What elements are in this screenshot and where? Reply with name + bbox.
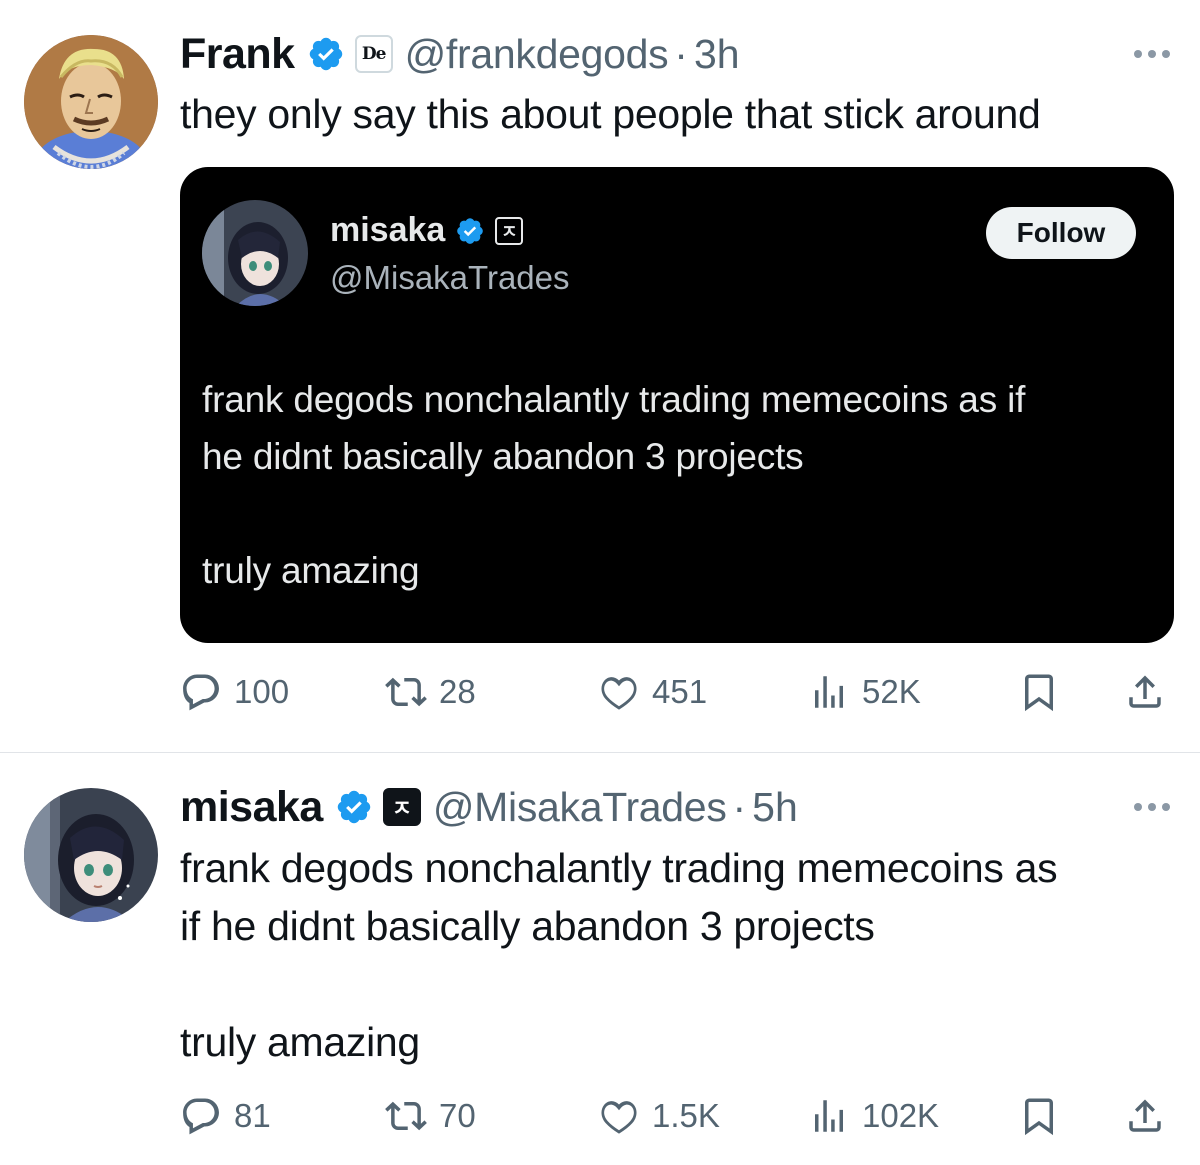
like-count: 451	[652, 673, 708, 710]
repost-icon	[385, 1101, 427, 1131]
repost-count: 70	[439, 1097, 476, 1134]
card-avatar-misaka	[202, 200, 308, 306]
reply-icon	[183, 1098, 219, 1135]
reply-button[interactable]: 100	[180, 667, 289, 717]
like-button[interactable]: 451	[598, 667, 707, 717]
avatar-frank[interactable]	[24, 35, 158, 169]
like-button[interactable]: 1.5K	[598, 1091, 720, 1141]
action-bar: 81 70 1.5K 102K	[180, 1091, 1170, 1141]
like-count: 1.5K	[652, 1097, 720, 1134]
card-tweet-text: frank degods nonchalantly trading memeco…	[202, 379, 1026, 591]
card-author-row: misaka ㅈ	[330, 211, 524, 250]
separator-dot: ·	[674, 30, 688, 77]
reply-count: 81	[234, 1097, 271, 1134]
separator-dot: ·	[732, 783, 747, 830]
affiliate-badge[interactable]: ㅈ	[382, 788, 421, 826]
verified-icon	[309, 37, 342, 71]
timestamp[interactable]: 3h	[694, 31, 740, 78]
author-handle[interactable]: @MisakaTrades	[433, 784, 727, 831]
verified-icon	[457, 217, 484, 244]
repost-button[interactable]: 28	[385, 667, 476, 717]
timestamp[interactable]: 5h	[752, 784, 798, 831]
follow-button: Follow	[986, 207, 1136, 259]
tweet-text: frank degods nonchalantly trading memeco…	[180, 845, 1058, 1065]
repost-icon	[385, 677, 427, 707]
views-count: 102K	[862, 1097, 940, 1134]
views-count: 52K	[862, 673, 921, 710]
bookmark-button[interactable]	[1018, 667, 1060, 717]
verified-icon	[337, 790, 371, 824]
reply-icon	[183, 674, 219, 711]
views-button[interactable]: 52K	[808, 667, 921, 717]
tweet-header: Frank De @frankdegods · 3h	[180, 28, 740, 80]
tweet-frank[interactable]: Frank De @frankdegods · 3h they only say…	[0, 0, 1200, 752]
like-icon	[601, 1101, 637, 1134]
tweet-text: they only say this about people that sti…	[180, 91, 1041, 137]
repost-button[interactable]: 70	[385, 1091, 476, 1141]
card-author-name: misaka	[330, 211, 446, 249]
reply-button[interactable]: 81	[180, 1091, 271, 1141]
affiliate-badge[interactable]: De	[354, 35, 393, 73]
share-button[interactable]	[1124, 1091, 1166, 1141]
share-button[interactable]	[1124, 667, 1166, 717]
card-author-handle: @MisakaTrades	[330, 259, 570, 296]
repost-count: 28	[439, 673, 476, 710]
author-name[interactable]: Frank	[180, 30, 295, 79]
bookmark-icon	[1025, 674, 1053, 712]
reply-count: 100	[234, 673, 290, 710]
bookmark-button[interactable]	[1018, 1091, 1060, 1141]
views-icon	[815, 676, 843, 708]
views-icon	[815, 1100, 843, 1132]
share-icon	[1129, 1099, 1161, 1132]
author-name[interactable]: misaka	[180, 783, 323, 832]
author-handle[interactable]: @frankdegods	[405, 31, 669, 78]
tweet-misaka[interactable]: misaka ㅈ @MisakaTrades · 5h frank degods…	[0, 753, 1200, 1165]
card-affiliate-badge: ㅈ	[495, 216, 524, 245]
like-icon	[601, 677, 637, 710]
share-icon	[1129, 675, 1161, 708]
action-bar: 100 28 451 52K	[180, 667, 1170, 717]
bookmark-icon	[1025, 1098, 1053, 1136]
more-icon[interactable]	[1134, 803, 1170, 811]
tweet-header: misaka ㅈ @MisakaTrades · 5h	[180, 781, 798, 833]
avatar-misaka[interactable]	[24, 788, 158, 922]
more-icon[interactable]	[1134, 50, 1170, 58]
embedded-screenshot-card[interactable]: misaka ㅈ @MisakaTrades Follow frank dego…	[180, 167, 1174, 643]
views-button[interactable]: 102K	[808, 1091, 939, 1141]
